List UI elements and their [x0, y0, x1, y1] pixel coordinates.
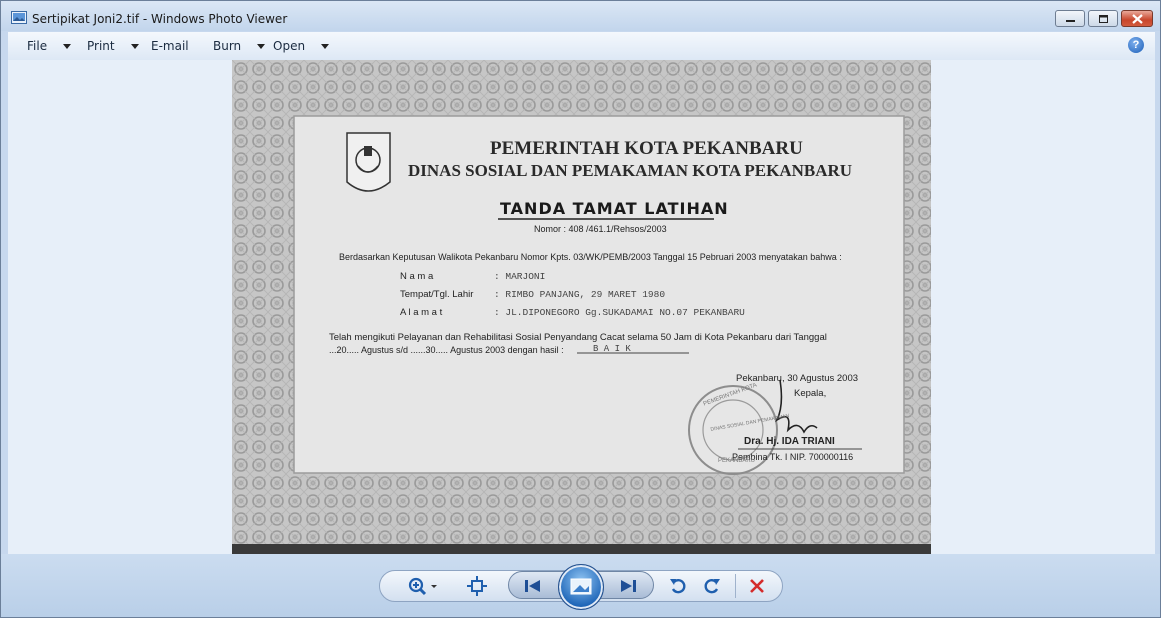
- minimize-icon: [1066, 20, 1075, 22]
- close-button[interactable]: [1121, 10, 1153, 27]
- next-icon[interactable]: [618, 577, 638, 595]
- certificate-header-line2: DINAS SOSIAL DAN PEMAKAMAN KOTA PEKANBAR…: [408, 161, 853, 180]
- title-bar[interactable]: Sertipikat Joni2.tif - Windows Photo Vie…: [1, 1, 1160, 31]
- rotate-cw-icon[interactable]: [702, 576, 722, 596]
- field-value-alamat: : JL.DIPONEGORO Gg.SUKADAMAI NO.07 PEKAN…: [494, 307, 745, 318]
- chevron-down-icon: [257, 43, 266, 49]
- menu-email[interactable]: E-mail: [151, 39, 189, 53]
- slideshow-icon: [570, 578, 592, 595]
- menu-file-label: File: [27, 39, 48, 53]
- window-title: Sertipikat Joni2.tif - Windows Photo Vie…: [32, 12, 288, 26]
- menu-file[interactable]: File: [27, 39, 72, 53]
- maximize-button[interactable]: [1088, 10, 1118, 27]
- slideshow-button[interactable]: [558, 564, 604, 610]
- field-value-nama: : MARJONI: [494, 271, 546, 282]
- photo-viewer-app-icon: [11, 11, 27, 24]
- minimize-button[interactable]: [1055, 10, 1085, 27]
- certificate-intro: Berdasarkan Keputusan Walikota Pekanbaru…: [339, 252, 842, 262]
- image-viewport[interactable]: PEMERINTAH KOTA PEKANBARU DINAS SOSIAL D…: [8, 60, 1155, 554]
- certificate-header-line1: PEMERINTAH KOTA PEKANBARU: [490, 138, 803, 159]
- menu-burn[interactable]: Burn: [213, 39, 266, 53]
- field-label-ttl: Tempat/Tgl. Lahir: [400, 289, 474, 300]
- menu-open[interactable]: Open: [273, 39, 330, 53]
- statement-result: B A I K: [593, 344, 631, 354]
- menu-open-label: Open: [273, 39, 306, 53]
- sign-name: Dra. Hj. IDA TRIANI: [744, 436, 835, 447]
- photo-viewer-window: Sertipikat Joni2.tif - Windows Photo Vie…: [0, 0, 1161, 618]
- help-icon[interactable]: ?: [1128, 37, 1144, 53]
- field-value-ttl: : RIMBO PANJANG, 29 MARET 1980: [494, 289, 666, 300]
- close-icon: [1132, 14, 1143, 24]
- navigation-toolbar: [1, 554, 1160, 617]
- delete-icon[interactable]: [747, 576, 767, 596]
- actual-size-icon[interactable]: [466, 575, 488, 597]
- menu-bar: File Print E-mail Burn Open: [8, 32, 1155, 61]
- toolbar-separator: [735, 574, 736, 598]
- certificate-number: Nomor : 408 /461.1/Rehsos/2003: [534, 224, 667, 234]
- field-label-alamat: A l a m a t: [400, 307, 443, 318]
- field-label-nama: N a m a: [400, 271, 434, 282]
- sign-role: Kepala,: [794, 388, 827, 399]
- city-emblem-icon: [346, 132, 391, 192]
- zoom-icon[interactable]: [406, 575, 440, 597]
- chevron-down-icon: [130, 43, 139, 49]
- rotate-ccw-icon[interactable]: [668, 576, 688, 596]
- certificate-title: TANDA TAMAT LATIHAN: [500, 199, 729, 218]
- menu-burn-label: Burn: [213, 39, 242, 53]
- previous-icon[interactable]: [523, 577, 543, 595]
- restore-icon: [1099, 15, 1108, 23]
- menu-print[interactable]: Print: [87, 39, 139, 53]
- menu-email-label: E-mail: [151, 39, 189, 53]
- statement-line2: ...20..... Agustus s/d ......30..... Agu…: [329, 345, 564, 355]
- menu-print-label: Print: [87, 39, 115, 53]
- statement-line1: Telah mengikuti Pelayanan dan Rehabilita…: [329, 332, 827, 343]
- certificate-photo: PEMERINTAH KOTA PEKANBARU DINAS SOSIAL D…: [232, 60, 931, 554]
- chevron-down-icon: [321, 43, 330, 49]
- chevron-down-icon: [63, 43, 72, 49]
- stamp-bottom-text: PEKANBARU: [718, 458, 756, 464]
